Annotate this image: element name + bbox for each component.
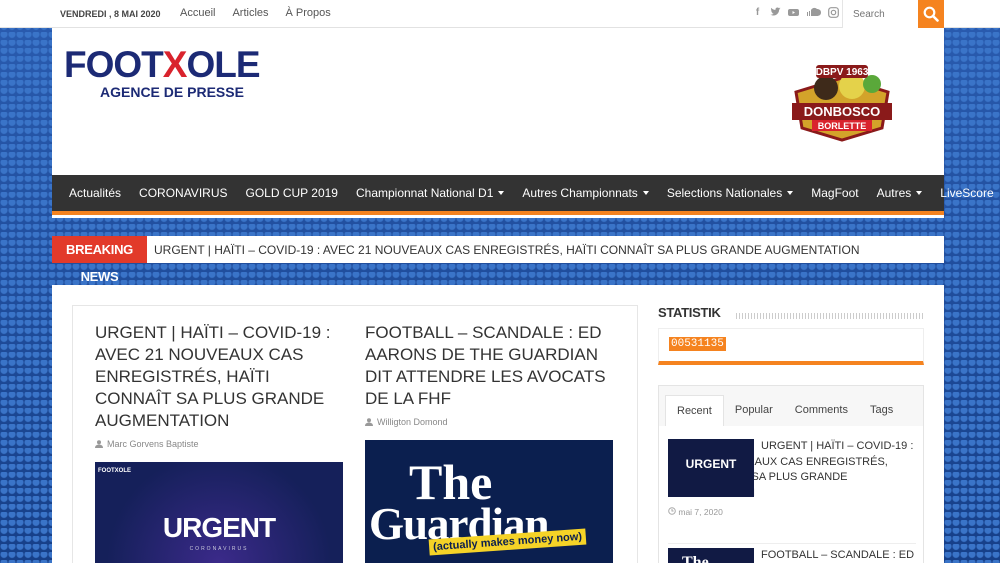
- post-thumbnail[interactable]: The Guardian (actually makes money now): [365, 440, 613, 563]
- tab-popular[interactable]: Popular: [724, 395, 784, 427]
- list-item-thumbnail[interactable]: URGENT: [668, 439, 754, 497]
- instagram-icon[interactable]: [828, 7, 839, 18]
- search-button[interactable]: [918, 0, 944, 28]
- post-card: URGENT | HAÏTI – COVID-19 : AVEC 21 NOUV…: [95, 322, 345, 449]
- user-icon: [365, 418, 373, 426]
- sponsor-top: DBPV 1963: [816, 67, 869, 78]
- site-logo[interactable]: FOOTXOLE AGENCE DE PRESSE: [64, 44, 294, 104]
- nav-actualites[interactable]: Actualités: [60, 173, 130, 213]
- divider: [668, 543, 916, 544]
- post-author: Willigton Domond: [365, 417, 615, 427]
- breaking-news-label: BREAKING NEWS: [52, 236, 147, 284]
- facebook-icon[interactable]: f: [752, 7, 763, 18]
- tab-tags[interactable]: Tags: [859, 395, 904, 427]
- youtube-icon[interactable]: [788, 7, 799, 18]
- nav-livescore[interactable]: LiveScore: [931, 173, 1000, 213]
- clock-icon: [668, 507, 676, 515]
- top-bar: VENDREDI , 8 MAI 2020 Accueil Articles À…: [0, 0, 1000, 28]
- logo-title: FOOTXOLE: [64, 44, 261, 85]
- nav-autres[interactable]: Autres: [868, 173, 932, 213]
- nav-championnat-national-d1[interactable]: Championnat National D1: [347, 173, 513, 213]
- chevron-down-icon: [787, 191, 794, 195]
- nav-autres-championnats[interactable]: Autres Championnats: [513, 173, 657, 213]
- post-card: FOOTBALL – SCANDALE : ED AARONS DE THE G…: [365, 322, 615, 427]
- list-item: The FOOTBALL – SCANDALE : ED: [668, 548, 916, 563]
- nav-selections-nationales[interactable]: Selections Nationales: [658, 173, 802, 213]
- twitter-icon[interactable]: [770, 7, 781, 18]
- top-menu-articles[interactable]: Articles: [232, 7, 268, 19]
- thumbnail-text: The: [409, 454, 493, 510]
- search-box: [842, 0, 919, 28]
- list-item-thumbnail[interactable]: The: [668, 548, 754, 563]
- user-icon: [95, 440, 103, 448]
- main-navigation: Actualités CORONAVIRUS GOLD CUP 2019 Cha…: [52, 173, 994, 215]
- nav-gold-cup-2019[interactable]: GOLD CUP 2019: [236, 173, 347, 213]
- nav-coronavirus[interactable]: CORONAVIRUS: [130, 173, 236, 213]
- nav-magfoot[interactable]: MagFoot: [802, 173, 867, 213]
- post-title[interactable]: URGENT | HAÏTI – COVID-19 : AVEC 21 NOUV…: [95, 322, 345, 432]
- sponsor-name: DONBOSCO: [804, 104, 881, 119]
- tab-list: Recent Popular Comments Tags: [665, 395, 904, 427]
- top-menu: Accueil Articles À Propos: [180, 7, 331, 19]
- sponsor-sub: BORLETTE: [818, 121, 867, 131]
- social-links: f: [752, 7, 839, 18]
- soundcloud-icon[interactable]: [806, 7, 821, 18]
- tab-panel: URGENT URGENT | HAÏTI – COVID-19 : AVEC …: [659, 426, 923, 563]
- thumbnail-logo: FOOTXOLE: [98, 468, 131, 474]
- list-item: URGENT URGENT | HAÏTI – COVID-19 : AVEC …: [668, 439, 916, 517]
- current-date: VENDREDI , 8 MAI 2020: [60, 9, 161, 19]
- post-author: Marc Gorvens Baptiste: [95, 439, 345, 449]
- chevron-down-icon: [916, 191, 923, 195]
- content-area: URGENT | HAÏTI – COVID-19 : AVEC 21 NOUV…: [52, 285, 944, 563]
- breaking-news-bar: BREAKING NEWS URGENT | HAÏTI – COVID-19 …: [52, 236, 944, 284]
- post-thumbnail[interactable]: FOOTXOLE URGENT CORONAVIRUS: [95, 462, 343, 563]
- chevron-down-icon: [498, 191, 505, 195]
- top-menu-accueil[interactable]: Accueil: [180, 7, 215, 19]
- tab-comments[interactable]: Comments: [784, 395, 859, 427]
- sponsor-logo[interactable]: DBPV 1963 DONBOSCO BORLETTE: [786, 58, 898, 142]
- search-input[interactable]: [843, 0, 919, 28]
- post-grid: URGENT | HAÏTI – COVID-19 : AVEC 21 NOUV…: [72, 305, 638, 563]
- search-icon: [923, 6, 939, 22]
- tab-recent[interactable]: Recent: [665, 395, 724, 427]
- stat-widget: 00531135: [658, 328, 924, 365]
- thumbnail-subtext: CORONAVIRUS: [189, 546, 249, 552]
- title-divider: [736, 313, 924, 319]
- top-menu-a-propos[interactable]: À Propos: [286, 7, 331, 19]
- thumbnail-text: URGENT: [162, 512, 276, 543]
- tabs-widget: Recent Popular Comments Tags URGENT URGE…: [658, 385, 924, 563]
- stat-widget-header: STATISTIK: [658, 305, 924, 325]
- logo-subtitle: AGENCE DE PRESSE: [100, 84, 244, 100]
- breaking-news-headline[interactable]: URGENT | HAÏTI – COVID-19 : AVEC 21 NOUV…: [154, 243, 860, 257]
- post-title[interactable]: FOOTBALL – SCANDALE : ED AARONS DE THE G…: [365, 322, 615, 410]
- chevron-down-icon: [642, 191, 649, 195]
- list-item-date: mai 7, 2020: [668, 507, 916, 517]
- visitor-counter: 00531135: [669, 337, 726, 351]
